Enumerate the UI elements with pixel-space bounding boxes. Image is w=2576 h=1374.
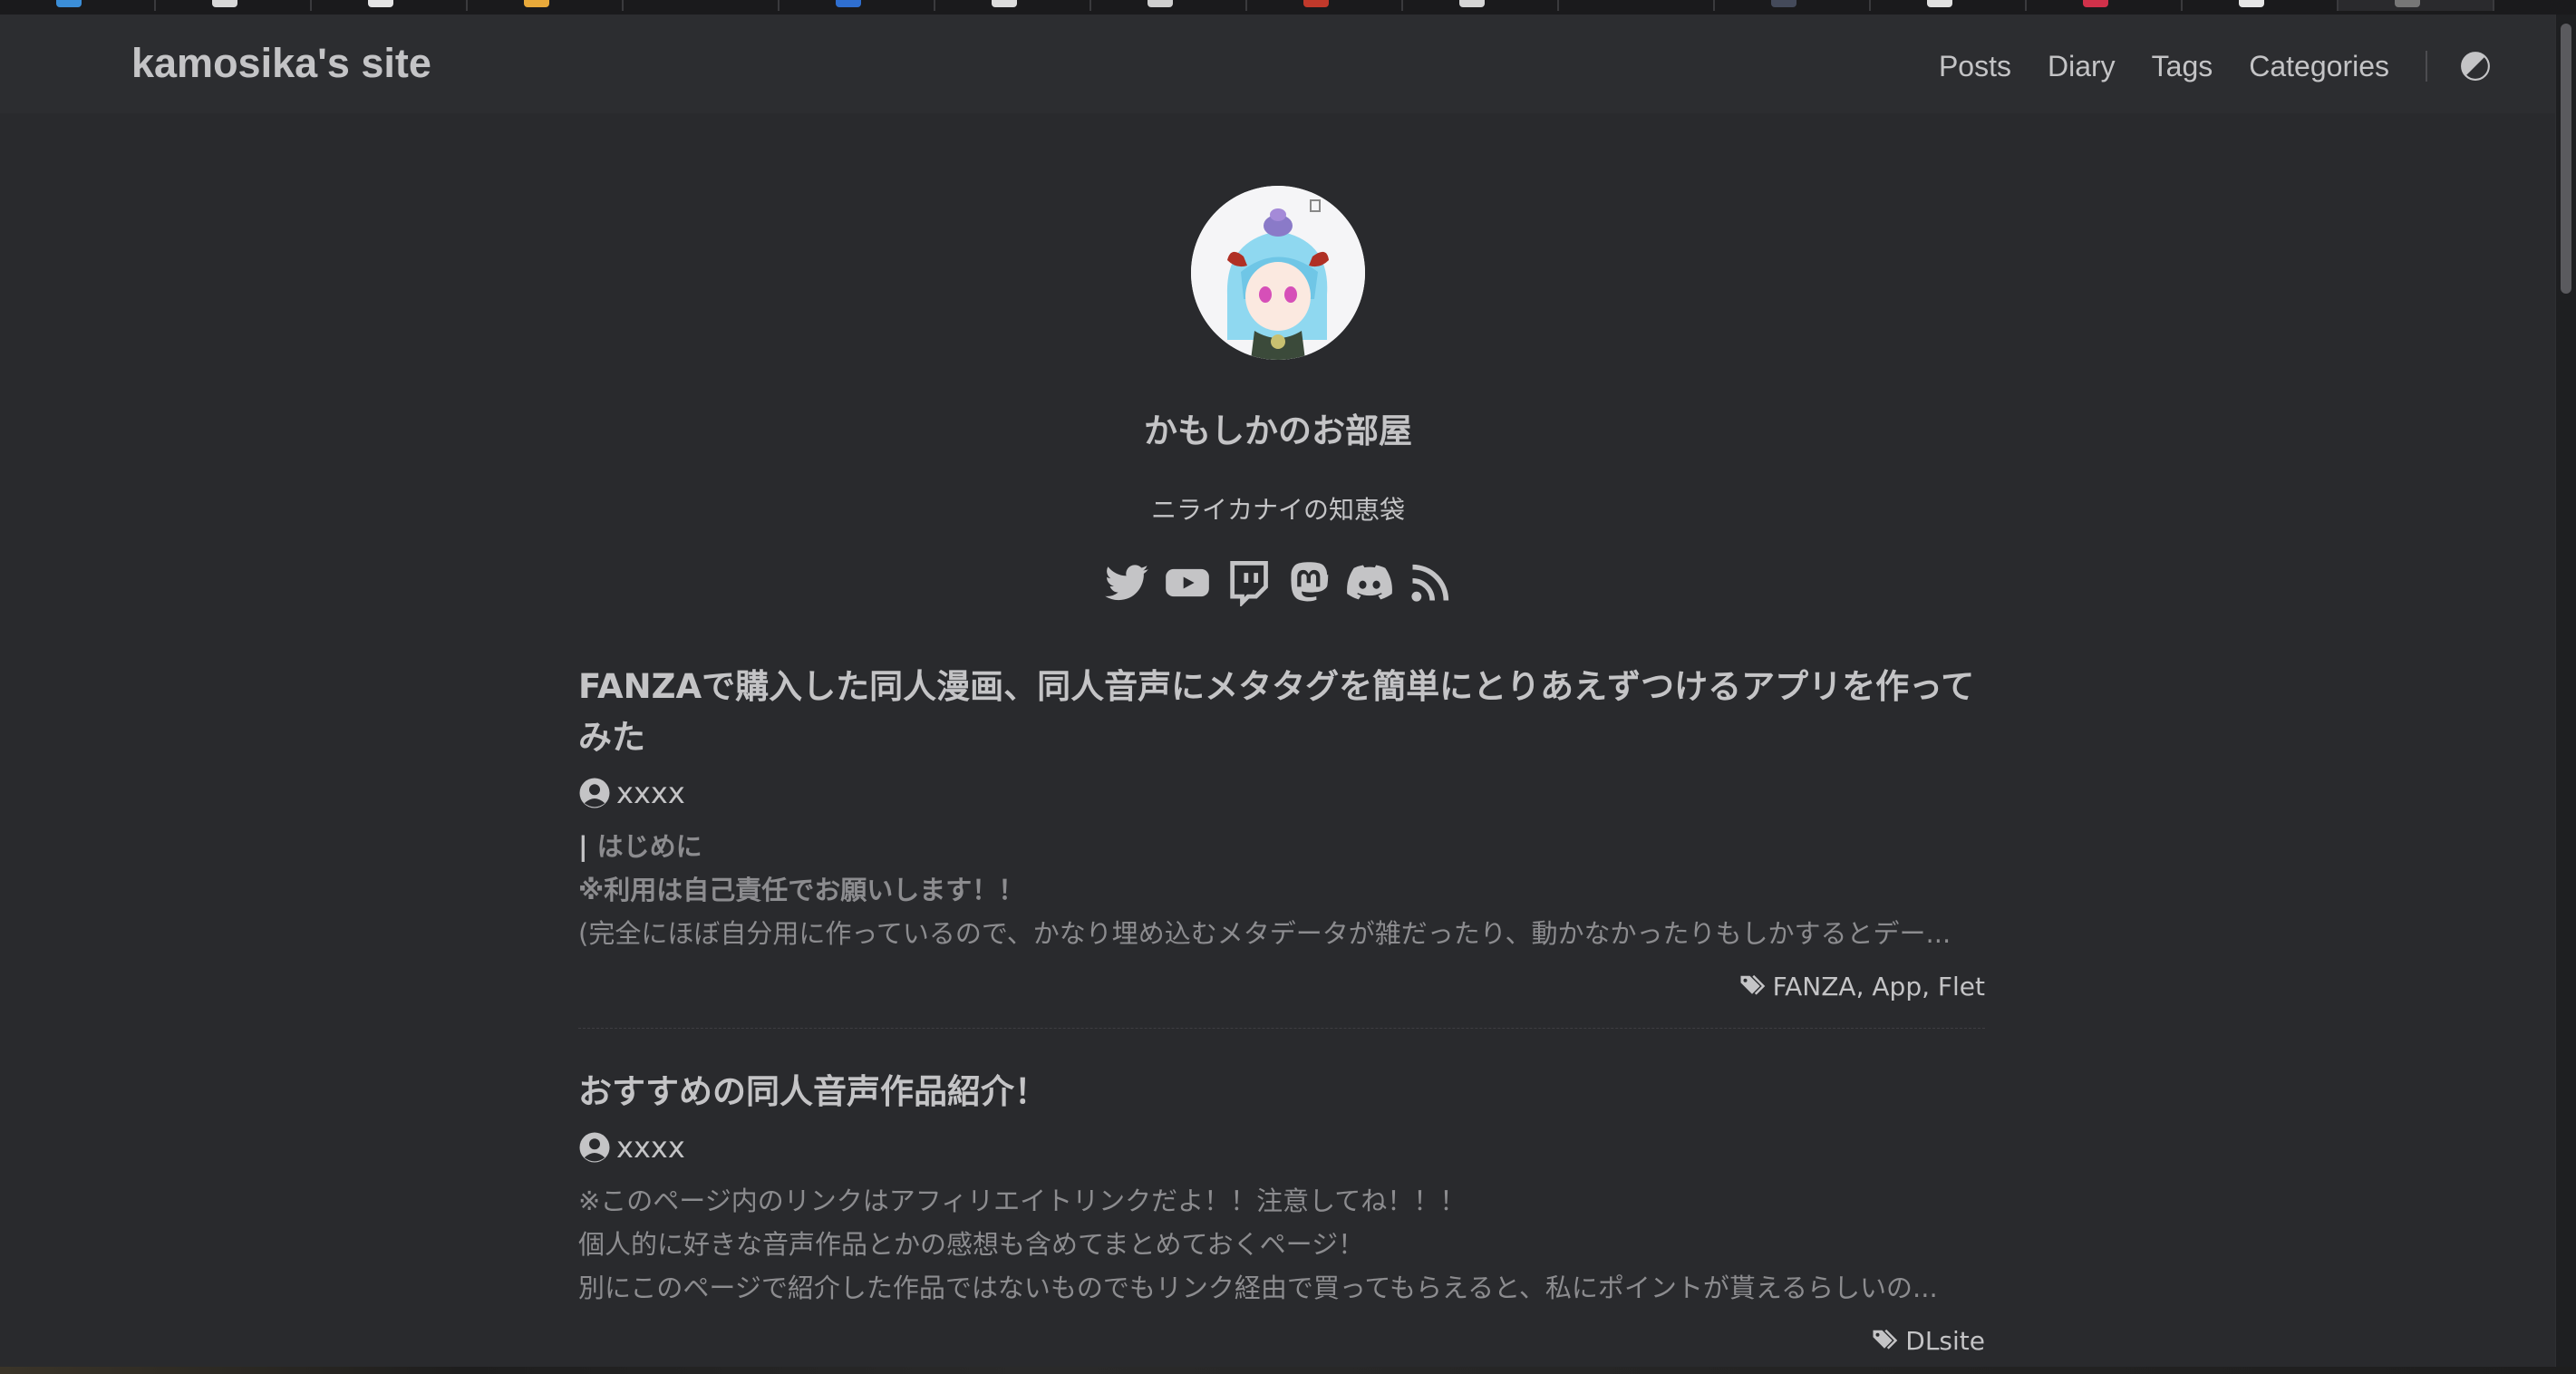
browser-tab[interactable] [312, 0, 468, 11]
browser-tab-strip [0, 0, 2576, 15]
social-links [0, 559, 2556, 606]
post-excerpt: | はじめに ※利用は自己責任でお願いします！！ (完全にほぼ自分用に作っているの… [578, 825, 1985, 955]
site-logo[interactable]: kamosika's site [131, 40, 431, 87]
browser-tab[interactable] [624, 0, 780, 11]
tag-link[interactable]: App [1872, 972, 1922, 1001]
tags-icon [1873, 1329, 1898, 1350]
page-scrollbar[interactable] [2555, 15, 2576, 1374]
excerpt-line: 別にこのページで紹介した作品ではないものでもリンク経由で買ってもらえると、私にポ… [578, 1272, 1938, 1303]
theme-toggle-icon[interactable] [2460, 51, 2491, 82]
tag-separator: , [1855, 971, 1873, 1001]
browser-tab[interactable] [2027, 0, 2183, 11]
post-entry: FANZAで購入した同人漫画、同人音声にメタタグを簡単にとりあえずつけるアプリを… [578, 662, 1985, 1029]
browser-tab[interactable] [780, 0, 935, 11]
user-circle-icon [579, 778, 610, 808]
tag-link[interactable]: Flet [1938, 972, 1985, 1001]
avatar [1191, 186, 1365, 360]
post-author: xxxx [578, 1128, 1985, 1166]
nav-divider [2426, 51, 2427, 82]
tag-separator: , [1922, 971, 1938, 1001]
browser-tab[interactable] [1559, 0, 1715, 11]
user-circle-icon [579, 1132, 610, 1163]
tab-favicon-icon [836, 0, 861, 7]
tab-favicon-icon [2239, 0, 2264, 7]
browser-tab[interactable] [1871, 0, 2027, 11]
discord-icon[interactable] [1346, 559, 1393, 606]
browser-tab[interactable] [2183, 0, 2339, 11]
main-nav: Posts Diary Tags Categories [1903, 44, 2556, 89]
tags-icon [1740, 974, 1765, 995]
nav-tags[interactable]: Tags [2152, 50, 2213, 83]
excerpt-line: 個人的に好きな音声作品とかの感想も含めてまとめておくページ！ [578, 1229, 1365, 1260]
post-author: xxxx [578, 774, 1985, 812]
browser-tab-active[interactable] [2339, 0, 2494, 11]
site-header: kamosika's site Posts Diary Tags Categor… [0, 15, 2556, 113]
post-entry: おすすめの同人音声作品紹介！ xxxx ※このページ内のリンクはアフィリエイトリ… [578, 1067, 1985, 1360]
window-bottom-edge [0, 1367, 2576, 1374]
post-author-name: xxxx [616, 776, 685, 810]
tab-favicon-icon [368, 0, 393, 7]
browser-tab[interactable] [1715, 0, 1871, 11]
tab-favicon-icon [992, 0, 1017, 7]
post-list: FANZAで購入した同人漫画、同人音声にメタタグを簡単にとりあえずつけるアプリを… [578, 662, 1985, 1360]
tag-link[interactable]: DLsite [1905, 1326, 1985, 1356]
browser-tab[interactable] [1247, 0, 1403, 11]
excerpt-line: ※利用は自己責任でお願いします！！ [578, 875, 1025, 905]
mastodon-icon[interactable] [1285, 559, 1332, 606]
tab-favicon-icon [1927, 0, 1952, 7]
tab-favicon-icon [2083, 0, 2108, 7]
nav-diary[interactable]: Diary [2048, 50, 2116, 83]
excerpt-line: ※このページ内のリンクはアフィリエイトリンクだよ！！注意してね！！！ [578, 1185, 1467, 1216]
nav-categories[interactable]: Categories [2249, 50, 2389, 83]
browser-tab[interactable] [935, 0, 1091, 11]
post-tags: DLsite [578, 1321, 1985, 1360]
tab-favicon-icon [2395, 0, 2420, 7]
post-tags: FANZA, App, Flet [578, 966, 1985, 1006]
post-title[interactable]: おすすめの同人音声作品紹介！ [578, 1067, 1985, 1118]
tab-favicon-icon [212, 0, 237, 7]
post-divider [578, 1028, 1985, 1029]
excerpt-line: (完全にほぼ自分用に作っているので、かなり埋め込むメタデータが雑だったり、動かな… [578, 918, 1951, 949]
twitch-icon[interactable] [1225, 559, 1272, 606]
browser-tab[interactable] [468, 0, 624, 11]
profile-subtitle: ニライカナイの知恵袋 [1150, 495, 1405, 525]
tab-favicon-icon [1459, 0, 1485, 7]
youtube-icon[interactable] [1164, 559, 1211, 606]
browser-tab[interactable] [0, 0, 156, 11]
tab-favicon-icon [524, 0, 549, 7]
post-title[interactable]: FANZAで購入した同人漫画、同人音声にメタタグを簡単にとりあえずつけるアプリを… [578, 662, 1985, 763]
rss-icon[interactable] [1407, 559, 1454, 606]
scrollbar-thumb[interactable] [2561, 24, 2571, 294]
tab-favicon-icon [56, 0, 82, 7]
post-excerpt: ※このページ内のリンクはアフィリエイトリンクだよ！！注意してね！！！ 個人的に好… [578, 1179, 1985, 1310]
tag-link[interactable]: FANZA [1773, 972, 1856, 1001]
tab-favicon-icon [1303, 0, 1329, 7]
twitter-icon[interactable] [1103, 559, 1150, 606]
post-author-name: xxxx [616, 1130, 685, 1165]
nav-posts[interactable]: Posts [1939, 50, 2011, 83]
profile-title: かもしかのお部屋 [1144, 411, 1412, 450]
excerpt-heading: | はじめに [578, 831, 702, 862]
browser-tab[interactable] [1091, 0, 1247, 11]
browser-tab[interactable] [1403, 0, 1559, 11]
tab-favicon-icon [1148, 0, 1173, 7]
profile-section: かもしかのお部屋 ニライカナイの知恵袋 [0, 186, 2556, 606]
browser-tab[interactable] [156, 0, 312, 11]
tab-favicon-icon [1771, 0, 1796, 7]
